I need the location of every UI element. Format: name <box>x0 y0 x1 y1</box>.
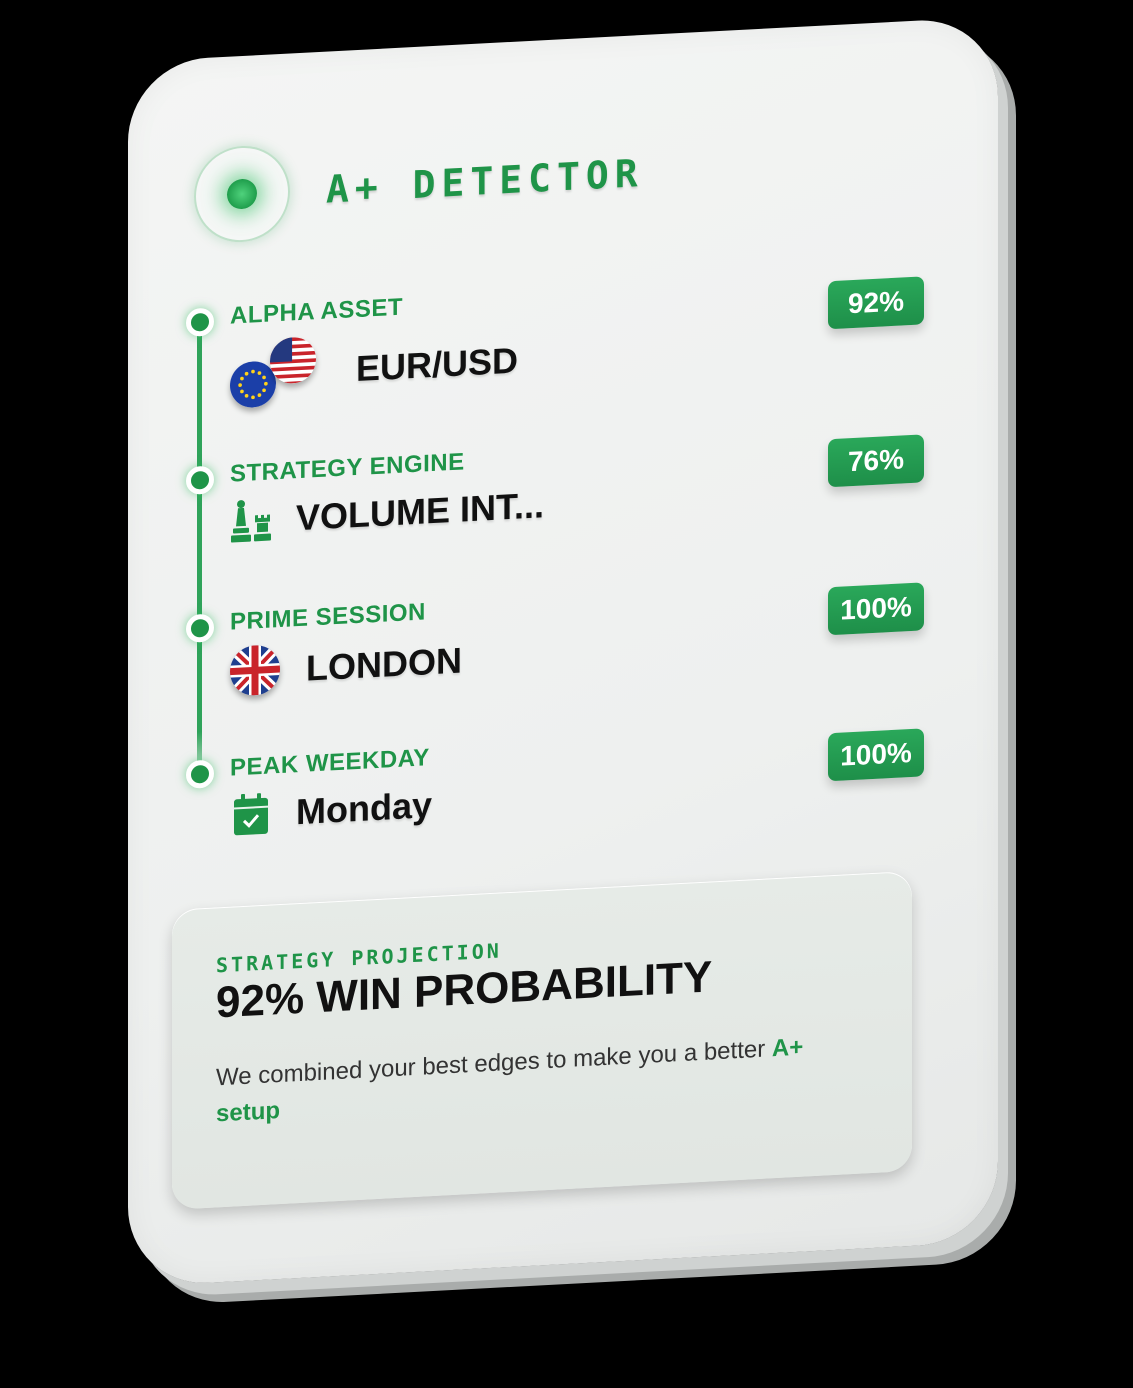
card-title: A+ DETECTOR <box>326 150 644 212</box>
criteria-row-prime-session[interactable]: PRIME SESSION LONDON 100% <box>186 578 924 735</box>
percent-badge: 100% <box>828 728 924 782</box>
row-value-group: VOLUME INT... <box>230 482 544 544</box>
timeline-dot <box>186 465 214 495</box>
us-flag-icon <box>270 336 316 385</box>
criteria-row-peak-weekday[interactable]: PEAK WEEKDAY Monday 100% <box>186 724 924 881</box>
timeline-dot <box>186 613 214 643</box>
timeline-dot <box>186 759 214 789</box>
percent-badge: 92% <box>828 276 924 330</box>
status-indicator-core <box>227 178 257 210</box>
row-value-group: LONDON <box>230 634 462 698</box>
status-indicator-icon <box>194 143 290 245</box>
row-value: EUR/USD <box>356 339 519 390</box>
strategy-projection-panel: STRATEGY PROJECTION 92% WIN PROBABILITY … <box>172 870 912 1210</box>
row-label: PRIME SESSION <box>230 598 426 636</box>
percent-badge: 100% <box>828 582 924 636</box>
row-label: ALPHA ASSET <box>230 293 404 330</box>
criteria-row-strategy-engine[interactable]: STRATEGY ENGINE VOLUME INT... 76% <box>186 430 924 587</box>
eu-flag-icon <box>230 360 276 409</box>
uk-flag-shape <box>230 644 280 697</box>
row-value: LONDON <box>306 639 462 689</box>
projection-description-block: We combined your best edges to make you … <box>216 1026 868 1132</box>
projection-description: We combined your best edges to make you … <box>216 1035 766 1092</box>
projection-heading: STRATEGY PROJECTION 92% WIN PROBABILITY <box>216 919 868 1030</box>
row-label: PEAK WEEKDAY <box>230 744 430 782</box>
timeline-dot <box>186 307 214 337</box>
chess-pieces-icon <box>230 496 272 544</box>
row-label: STRATEGY ENGINE <box>230 448 465 488</box>
criteria-row-alpha-asset[interactable]: ALPHA ASSET EUR/USD 92% <box>186 272 924 429</box>
detector-card: A+ DETECTOR ALPHA ASSET EUR/USD 92% STRA… <box>128 16 998 1287</box>
uk-flag-icon <box>230 644 282 699</box>
calendar-check-icon <box>230 790 272 838</box>
row-value-group: Monday <box>230 782 432 839</box>
row-value-group: EUR/USD <box>230 326 518 411</box>
row-value: Monday <box>296 784 433 833</box>
criteria-timeline: ALPHA ASSET EUR/USD 92% STRATEGY ENGINE <box>186 272 924 836</box>
card-header: A+ DETECTOR <box>194 125 644 245</box>
row-value: VOLUME INT... <box>296 484 545 539</box>
percent-badge: 76% <box>828 434 924 488</box>
eu-us-flags-icon <box>230 336 326 411</box>
